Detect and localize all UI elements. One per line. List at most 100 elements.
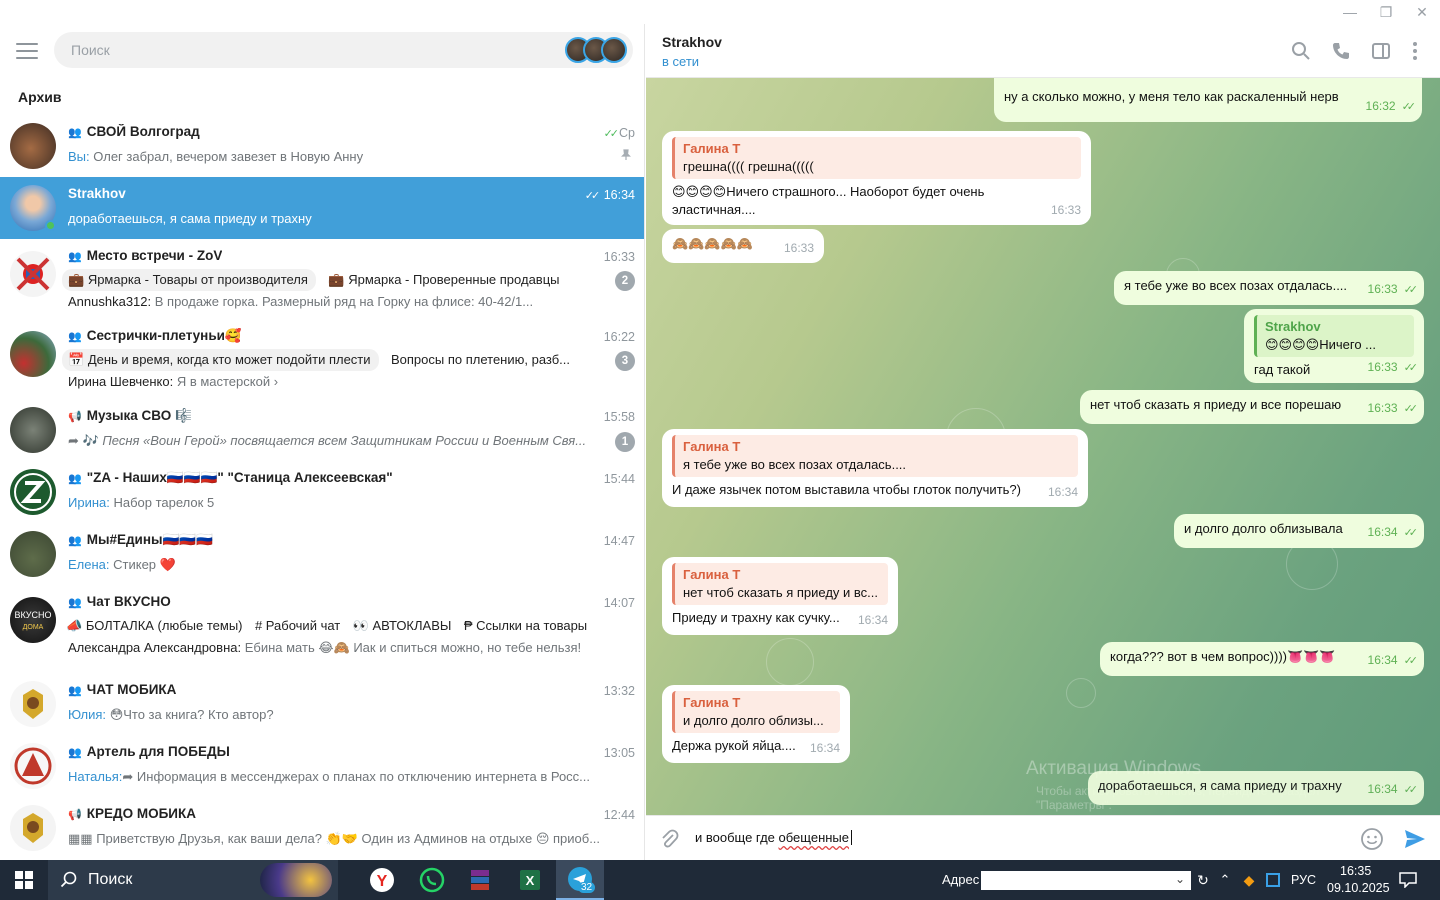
clock-date[interactable]: 09.10.2025: [1327, 881, 1390, 895]
wallpaper-doodle: [766, 638, 814, 686]
chat-item[interactable]: 👥 ЧАТ МОБИКА 13:32 Юлия: 😳Что за книга? К…: [0, 673, 644, 735]
quote-author: Strakhov: [1265, 319, 1321, 334]
title-bar: — ❐ ✕: [0, 0, 1440, 24]
chat-item[interactable]: 📢 Музыка СВО 🎼 15:58 ➦ 🎶 Песня «Воин Геро…: [0, 399, 644, 461]
message-time: 16:32: [1365, 99, 1396, 113]
stories-avatars[interactable]: [565, 37, 627, 63]
tray-chevron-up-icon[interactable]: ⌃: [1214, 860, 1236, 900]
message-incoming[interactable]: Галина Т и долго долго облизы... Держа р…: [662, 685, 850, 763]
message-outgoing[interactable]: я тебе уже во всех позах отдалась.... 16…: [1114, 271, 1424, 305]
tray-network-icon[interactable]: [1262, 860, 1284, 900]
chat-item[interactable]: 👥 СВОЙ Волгоград ✓✓ Ср Вы: Олег забрал, ве…: [0, 115, 644, 177]
chat-time: 14:47: [603, 534, 635, 548]
more-options-icon[interactable]: [1404, 40, 1426, 62]
chevron-down-icon[interactable]: ⌄: [1175, 872, 1185, 886]
topic-pill[interactable]: 💼 Ярмарка - Товары от производителя: [62, 269, 316, 291]
topic-pill[interactable]: # Рабочий чат: [251, 615, 344, 636]
chat-item-active[interactable]: Strakhov ✓✓ 16:34 доработаешься, я сама …: [0, 177, 644, 239]
start-button[interactable]: [0, 860, 48, 900]
search-icon[interactable]: [1290, 40, 1312, 62]
chat-item[interactable]: 👥 "ZA - Наших🇷🇺🇷🇺🇷🇺" "Станица Алексеевска…: [0, 461, 644, 523]
chat-item[interactable]: 👥 Сестрички-плетуньи🥰 16:22 📅 День и врем…: [0, 319, 644, 399]
reply-quote[interactable]: Галина Т нет чтоб сказать я приеду и вс.…: [672, 563, 888, 605]
winrar-icon[interactable]: [458, 860, 502, 900]
clock-time[interactable]: 16:35: [1340, 864, 1371, 878]
message-outgoing[interactable]: доработаешься, я сама приеду и трахну 16…: [1088, 771, 1424, 805]
maximize-icon[interactable]: ❐: [1368, 0, 1404, 24]
message-incoming[interactable]: 🙈🙈🙈🙈🙈 16:33: [662, 229, 824, 263]
topics-row: 📣 БОЛТАЛКА (любые темы) # Рабочий чат 👀 …: [62, 615, 610, 637]
send-icon[interactable]: [1402, 826, 1428, 852]
message-input[interactable]: и вообще где обещенные: [695, 830, 853, 845]
reply-quote[interactable]: Галина Т грешна(((( грешна(((((: [672, 137, 1081, 179]
last-message: Олег забрал, вечером завезет в Новую Анн…: [93, 149, 364, 164]
search-input[interactable]: Поиск: [54, 32, 633, 68]
chat-name: Артель для ПОБЕДЫ: [86, 744, 230, 759]
close-icon[interactable]: ✕: [1404, 0, 1440, 24]
group-icon: 👥: [68, 473, 82, 485]
topic-pill[interactable]: Вопросы по плетению, разб...: [387, 349, 574, 370]
reply-quote[interactable]: Strakhov 😊😊😊😊Ничего ...: [1254, 315, 1414, 357]
message-text: Приеду и трахну как сучку...: [672, 610, 840, 625]
message-composer[interactable]: и вообще где обещенные: [646, 815, 1440, 860]
chat-time: 14:07: [603, 596, 635, 610]
sidebar-toggle-icon[interactable]: [1370, 40, 1392, 62]
yandex-browser-icon[interactable]: Y: [360, 860, 404, 900]
message-outgoing[interactable]: Strakhov 😊😊😊😊Ничего ... гад такой 16:33 ✓…: [1244, 309, 1424, 383]
chat-name: Мы#Едины🇷🇺🇷🇺🇷🇺: [86, 532, 213, 547]
read-ticks-icon: ✓✓: [584, 190, 601, 202]
attach-icon[interactable]: [658, 828, 680, 850]
message-incoming[interactable]: Галина Т грешна(((( грешна((((( 😊😊😊😊Ниче…: [662, 131, 1091, 225]
message-outgoing[interactable]: и долго долго облизывала 16:34 ✓✓: [1174, 514, 1424, 548]
hamburger-menu-icon[interactable]: [16, 43, 38, 59]
message-outgoing[interactable]: нет чтоб сказать я приеду и все порешаю …: [1080, 390, 1424, 424]
excel-icon[interactable]: X: [508, 860, 552, 900]
tray-app-icon[interactable]: ◆: [1238, 860, 1260, 900]
text-caret: [851, 830, 853, 845]
read-ticks-icon: ✓✓: [1401, 101, 1417, 113]
chat-item[interactable]: 👥 Артель для ПОБЕДЫ 13:05 Наталья:➦ Инфор…: [0, 735, 644, 797]
chat-header[interactable]: Strakhov в сети: [646, 24, 1440, 78]
story-avatar[interactable]: [601, 37, 627, 63]
group-icon: 👥: [68, 535, 82, 547]
last-message: Ебина мать 😂🙈 Иак и спиться можно, но те…: [244, 640, 582, 655]
refresh-icon[interactable]: ↻: [1194, 860, 1212, 900]
emoji-icon[interactable]: [1360, 827, 1384, 851]
topic-pill[interactable]: 👀 АВТОКЛАВЫ: [349, 615, 456, 637]
minimize-icon[interactable]: —: [1332, 0, 1368, 24]
search-icon: [60, 871, 77, 888]
address-input[interactable]: ⌄: [981, 871, 1191, 890]
avatar: [10, 469, 56, 515]
message-outgoing[interactable]: когда??? вот в чем вопрос))))👅👅👅 16:34 ✓✓: [1100, 642, 1424, 676]
contact-name[interactable]: Strakhov: [662, 34, 722, 50]
message-incoming[interactable]: Галина Т нет чтоб сказать я приеду и вс.…: [662, 557, 898, 635]
message-outgoing[interactable]: ну а сколько можно, у меня тело как раск…: [994, 78, 1422, 122]
topic-pill[interactable]: 📣 БОЛТАЛКА (любые темы): [62, 615, 247, 637]
messages-area[interactable]: ну а сколько можно, у меня тело как раск…: [646, 78, 1440, 815]
quote-author: Галина Т: [683, 567, 741, 582]
last-message: 😳Что за книга? Кто автор?: [109, 707, 274, 722]
phone-icon[interactable]: [1330, 40, 1352, 62]
whatsapp-icon[interactable]: [410, 860, 454, 900]
telegram-taskbar-icon[interactable]: 32: [556, 860, 604, 900]
svg-text:ВКУСНО: ВКУСНО: [14, 610, 51, 620]
language-indicator[interactable]: РУС: [1291, 873, 1316, 887]
message-incoming[interactable]: Галина Т я тебе уже во всех позах отдала…: [662, 429, 1088, 507]
topic-pill[interactable]: 📅 День и время, когда кто может подойти …: [62, 349, 379, 371]
message-time: 16:33: [1367, 360, 1398, 374]
chat-item[interactable]: 👥 Мы#Едины🇷🇺🇷🇺🇷🇺 14:47 Елена: Стикер ❤️: [0, 523, 644, 585]
notifications-icon[interactable]: [1394, 860, 1422, 900]
chat-item[interactable]: ВКУСНО ДОМА 👥 Чат ВКУСНО 14:07 📣 БОЛТАЛКА …: [0, 585, 644, 673]
message-time: 16:33: [783, 241, 814, 255]
address-toolbar-label: Адрес: [942, 872, 980, 887]
topic-pill[interactable]: 💼 Ярмарка - Проверенные продавцы: [324, 269, 563, 291]
taskbar-search[interactable]: Поиск: [48, 860, 338, 900]
chat-item[interactable]: 📢 КРЕДО МОБИКА 12:44 ▦▦ Приветствую Друзь…: [0, 797, 644, 859]
chat-item[interactable]: 👥 Место встречи - ZoV 16:33 💼 Ярмарка - Т…: [0, 239, 644, 319]
topic-pill[interactable]: ₱ Ссылки на товары: [460, 615, 591, 636]
group-icon: 👥: [68, 597, 82, 609]
last-message: Стикер ❤️: [113, 557, 176, 572]
reply-quote[interactable]: Галина Т я тебе уже во всех позах отдала…: [672, 435, 1078, 477]
reply-quote[interactable]: Галина Т и долго долго облизы...: [672, 691, 840, 733]
chat-time: 16:33: [603, 250, 635, 264]
